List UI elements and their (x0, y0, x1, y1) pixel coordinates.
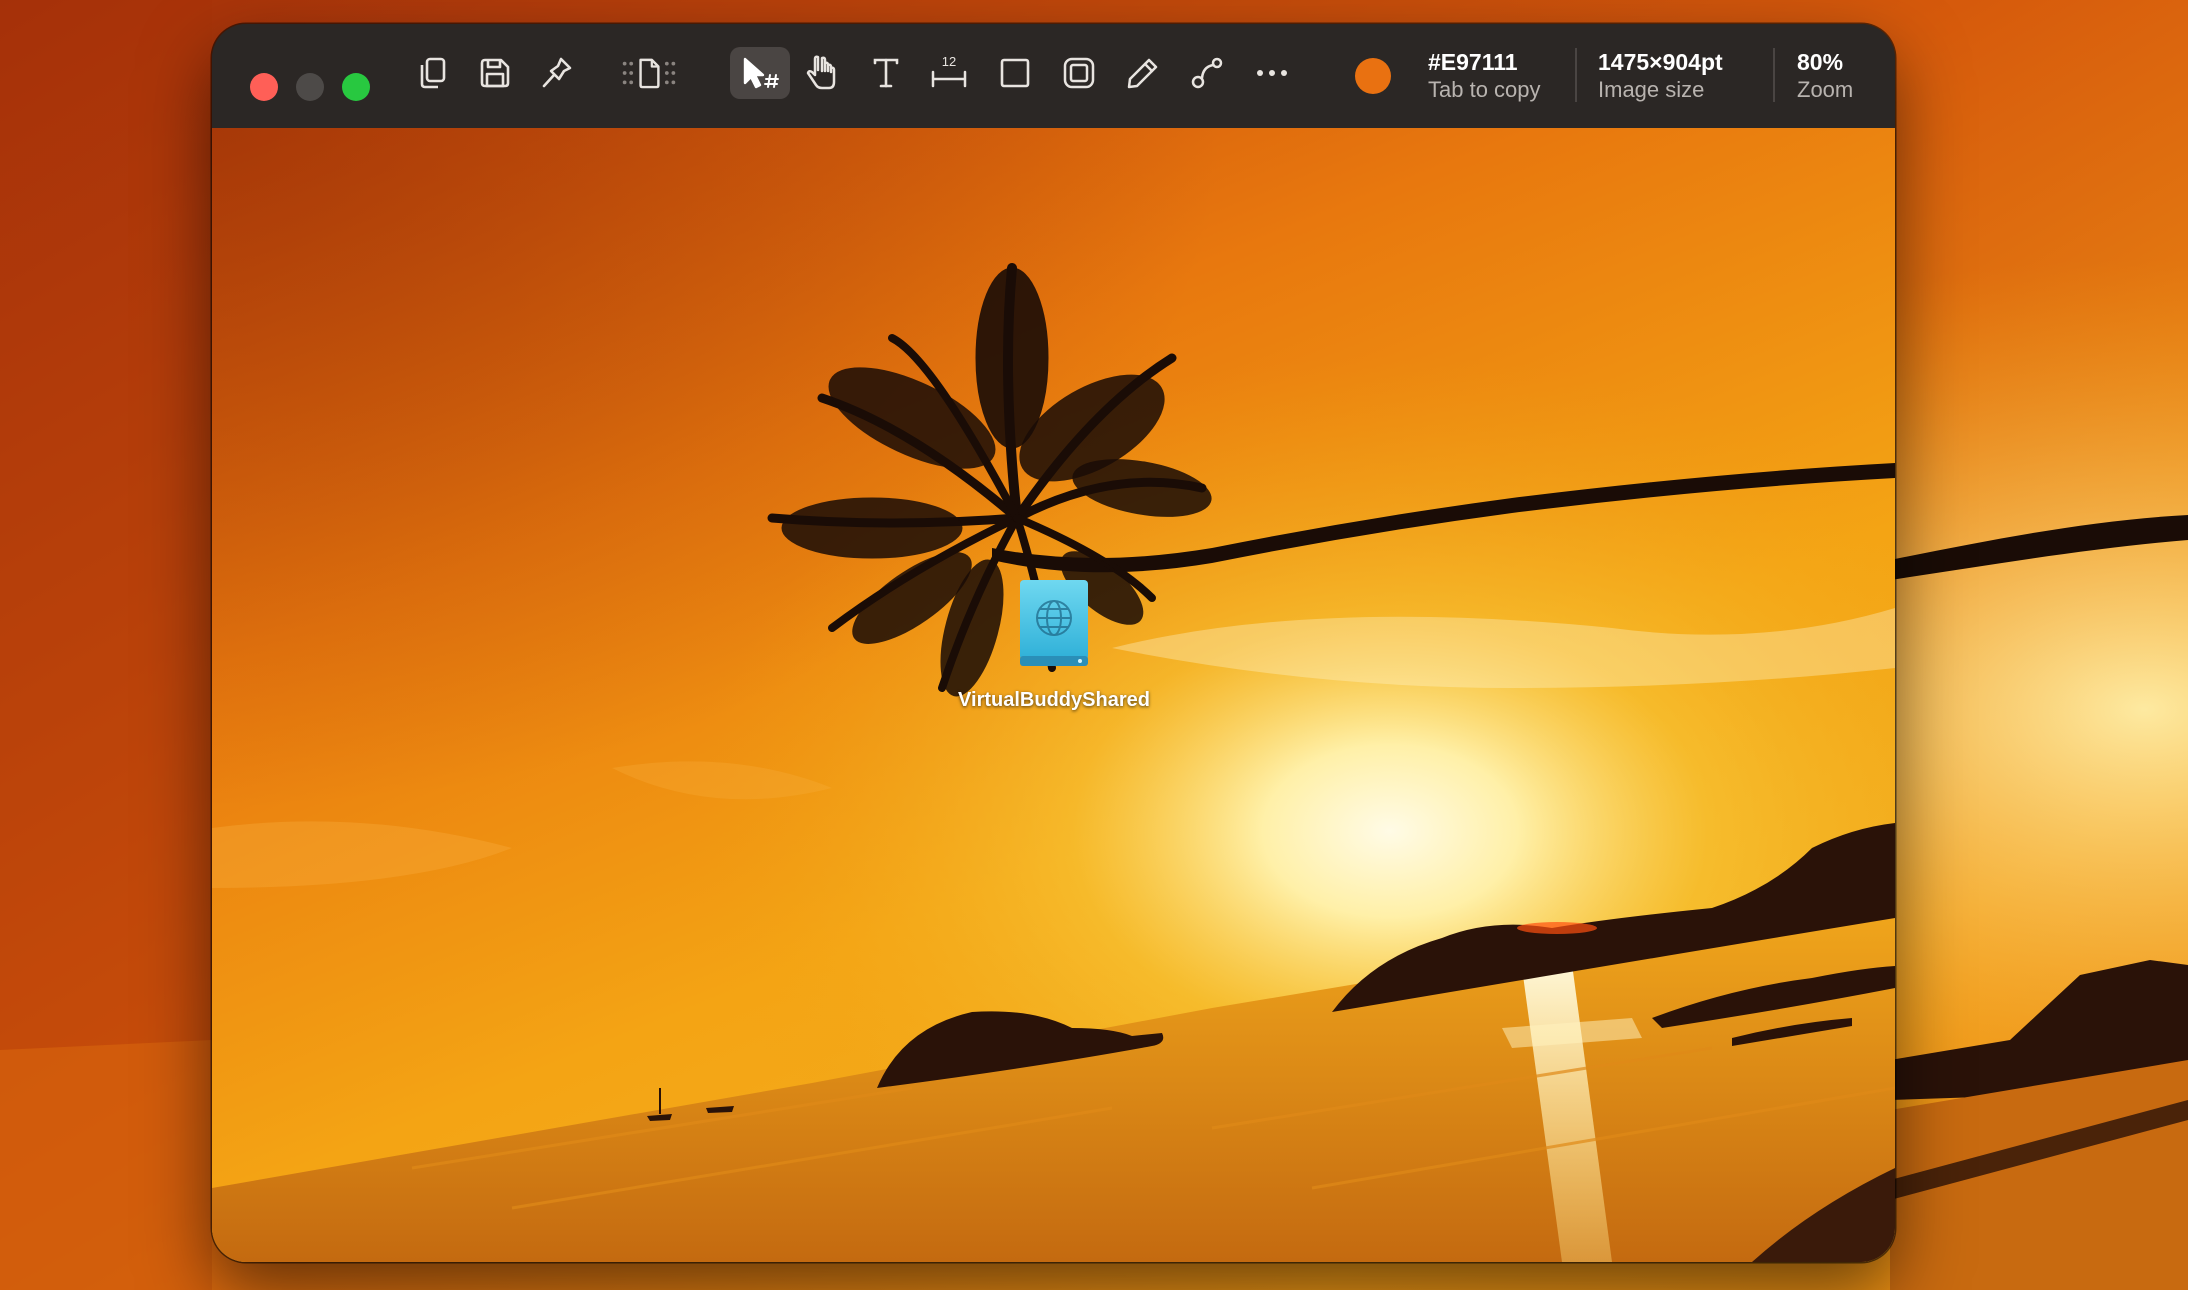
toolbar-separator (1773, 48, 1775, 102)
toolbar: 12 #E97111 Tab to copy 1475×904pt Image … (212, 24, 1895, 129)
color-info[interactable]: #E97111 Tab to copy (1428, 48, 1541, 104)
page-resize-icon[interactable] (619, 47, 679, 99)
frame-tool-icon[interactable] (1049, 47, 1109, 99)
zoom-label: Zoom (1797, 77, 1854, 102)
image-size-info: 1475×904pt Image size (1598, 48, 1723, 104)
measure-tool-icon[interactable]: 12 (919, 47, 979, 99)
zoom-button[interactable] (342, 73, 370, 101)
network-volume-icon[interactable] (1018, 580, 1090, 668)
pencil-tool-icon[interactable] (1113, 47, 1173, 99)
pin-icon[interactable] (527, 47, 587, 99)
hand-tool-icon[interactable] (793, 47, 853, 99)
measure-tool-label: 12 (942, 54, 956, 69)
color-swatch[interactable] (1355, 58, 1391, 94)
minimize-button[interactable] (296, 73, 324, 101)
zoom-info[interactable]: 80% Zoom (1797, 48, 1853, 104)
color-hex: #E97111 (1428, 49, 1518, 75)
copy-icon[interactable] (403, 47, 463, 99)
image-size-value: 1475×904pt (1598, 49, 1723, 75)
rectangle-tool-icon[interactable] (985, 47, 1045, 99)
curve-tool-icon[interactable] (1177, 47, 1237, 99)
toolbar-separator (1575, 48, 1577, 102)
save-icon[interactable] (465, 47, 525, 99)
color-hint: Tab to copy (1428, 77, 1541, 102)
image-size-label: Image size (1598, 77, 1705, 102)
select-tool-icon[interactable] (730, 47, 790, 99)
zoom-value: 80% (1797, 49, 1844, 75)
close-button[interactable] (250, 73, 278, 101)
image-canvas[interactable]: VirtualBuddyShared (212, 128, 1895, 1262)
screenshot-preview-window: 12 #E97111 Tab to copy 1475×904pt Image … (212, 24, 1895, 1262)
desktop-icon-label: VirtualBuddyShared (958, 689, 1150, 711)
more-icon[interactable] (1242, 47, 1302, 99)
text-tool-icon[interactable] (856, 47, 916, 99)
